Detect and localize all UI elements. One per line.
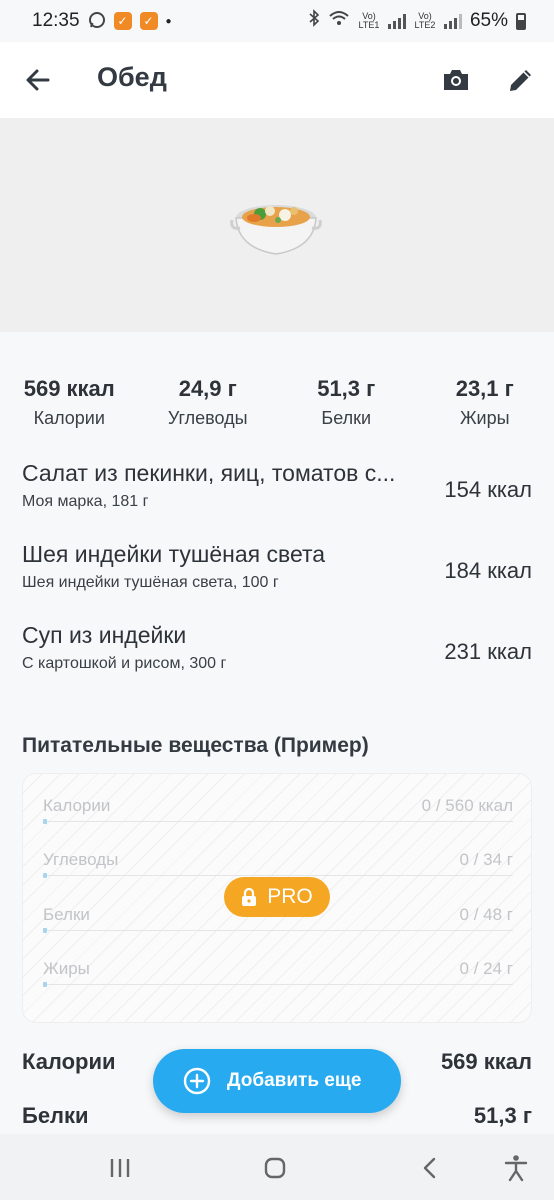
nutrient-progress-track [43,875,513,876]
food-description: С картошкой и рисом, 300 г [22,655,227,672]
food-calories: 231 ккал [444,639,532,664]
nutrient-label: Белки [43,905,90,924]
nutrient-progress-track [43,821,513,822]
macro-value: 51,3 г [317,376,376,401]
macro-carbs: 24,9 г Углеводы [139,376,278,429]
summary-label: Белки [22,1103,89,1128]
accessibility-button[interactable] [500,1152,532,1184]
macro-label: Жиры [459,408,510,428]
plus-circle-icon [183,1067,211,1095]
nutrient-progress-fill [43,982,47,987]
food-name: Салат из пекинки, яиц, томатов с... [22,460,396,486]
battery-percent: 65% [469,10,508,31]
macro-label: Калории [33,408,105,428]
macro-fat: 23,1 г Жиры [416,376,554,429]
chevron-left-icon [423,1157,436,1179]
back-button[interactable] [22,64,54,96]
add-more-button[interactable]: Добавить еще [153,1049,401,1113]
nutrient-label: Жиры [43,959,90,978]
food-name: Шея индейки тушёная света [22,541,326,567]
nutrient-value: 0 / 24 г [459,959,513,978]
nutrient-label: Углеводы [43,850,119,869]
nutrient-label: Калории [43,796,111,815]
pencil-icon [510,70,531,91]
nutrient-progress-fill [43,819,47,824]
food-description: Моя марка, 181 г [22,493,149,510]
more-notifications-icon: ● [165,15,172,27]
macro-calories: 569 ккал Калории [0,376,139,429]
nutrients-section-title: Питательные вещества (Пример) [22,734,369,757]
accessibility-icon [504,1155,528,1182]
arrow-left-icon [26,69,50,91]
whatsapp-icon [88,11,106,32]
summary-label: Калории [22,1049,116,1074]
macro-value: 569 ккал [23,376,115,401]
home-button[interactable] [259,1152,291,1184]
sim2-label: Vo) LTE2 [414,11,436,30]
food-name: Суп из индейки [22,622,187,648]
summary-value: 569 ккал [440,1049,532,1074]
camera-icon [444,70,468,90]
nutrient-progress-fill [43,873,47,878]
app-bar: Обед [0,42,554,118]
nutrient-progress-track [43,984,513,985]
nutrient-value: 0 / 48 г [459,905,513,924]
status-left: 12:35 ✓ ✓ ● [32,10,172,32]
soup-bowl-icon [230,198,322,260]
pro-unlock-button[interactable]: PRO [224,877,330,917]
signal-icon-sim2 [443,13,462,29]
macro-value: 23,1 г [455,376,514,401]
status-bar: 12:35 ✓ ✓ ● Vo) LTE1 Vo) LTE2 65% [0,0,554,42]
add-more-label: Добавить еще [227,1070,362,1091]
nutrient-progress-fill [43,928,47,933]
app-notification-icon: ✓ [113,12,132,30]
edit-button[interactable] [505,64,537,96]
nutrient-progress-track [43,930,513,931]
macro-value: 24,9 г [178,376,237,401]
status-right: Vo) LTE1 Vo) LTE2 65% [308,9,526,33]
signal-icon-sim1 [387,13,406,29]
summary-value: 51,3 г [473,1103,532,1128]
food-description: Шея индейки тушёная света, 100 г [22,574,279,591]
nutrient-row-calories: Калории 0 / 560 ккал [43,796,513,836]
system-back-button[interactable] [414,1152,446,1184]
nutrient-value: 0 / 560 ккал [421,796,513,815]
recent-apps-icon [110,1159,130,1177]
nutrient-value: 0 / 34 г [459,850,513,869]
macro-label: Белки [321,408,372,428]
battery-icon [516,12,526,30]
status-time: 12:35 [32,10,80,31]
camera-button[interactable] [440,64,472,96]
food-item[interactable]: Шея индейки тушёная света Шея индейки ту… [22,541,532,603]
page-title: Обед [97,62,167,92]
bluetooth-icon [308,9,320,33]
food-calories: 184 ккал [444,558,532,583]
macros-summary: 569 ккал Калории 24,9 г Углеводы 51,3 г … [0,376,554,429]
recent-apps-button[interactable] [104,1152,136,1184]
lock-icon [242,887,257,906]
nutrient-row-fat: Жиры 0 / 24 г [43,959,513,999]
sim1-label: Vo) LTE1 [358,11,380,30]
food-calories: 154 ккал [444,477,532,502]
food-item[interactable]: Салат из пекинки, яиц, томатов с... Моя … [22,460,532,522]
app-notification-icon-2: ✓ [139,12,158,30]
pro-label: PRO [267,885,313,908]
food-item[interactable]: Суп из индейки С картошкой и рисом, 300 … [22,622,532,684]
home-icon [264,1157,286,1179]
macro-protein: 51,3 г Белки [277,376,416,429]
system-nav-bar [0,1134,554,1200]
wifi-icon [328,9,350,33]
macro-label: Углеводы [167,408,248,428]
